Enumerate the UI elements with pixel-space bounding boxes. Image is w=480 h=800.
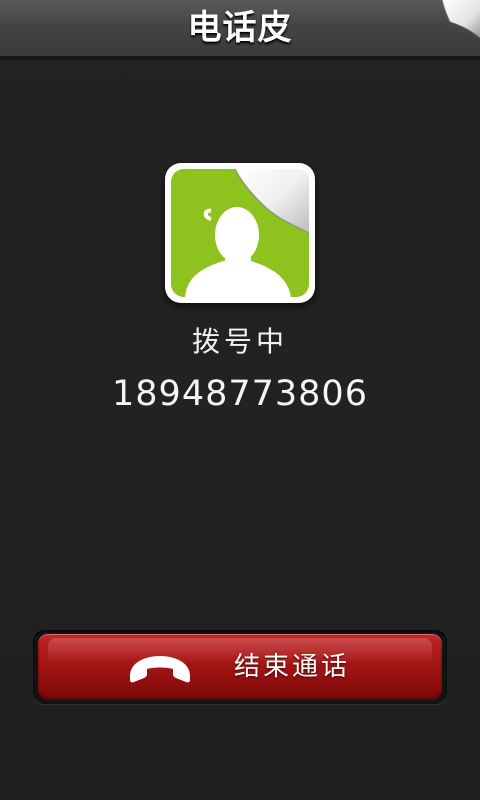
phone-number: 18948773806 [112, 374, 368, 414]
contact-avatar-icon [171, 168, 310, 297]
contact-avatar[interactable] [165, 163, 315, 303]
page-curl-icon[interactable] [440, 0, 480, 40]
call-status: 拨号中 [191, 325, 288, 358]
phone-hangup-icon [130, 656, 190, 683]
app-title: 电话皮 [187, 8, 293, 48]
title-bar: 电话皮 [0, 0, 480, 57]
end-call-label: 结束通话 [234, 652, 351, 682]
call-screen: 电话皮 拨号中 18948773806 结束通话 [0, 0, 480, 800]
end-call-button[interactable]: 结束通话 [38, 634, 442, 700]
